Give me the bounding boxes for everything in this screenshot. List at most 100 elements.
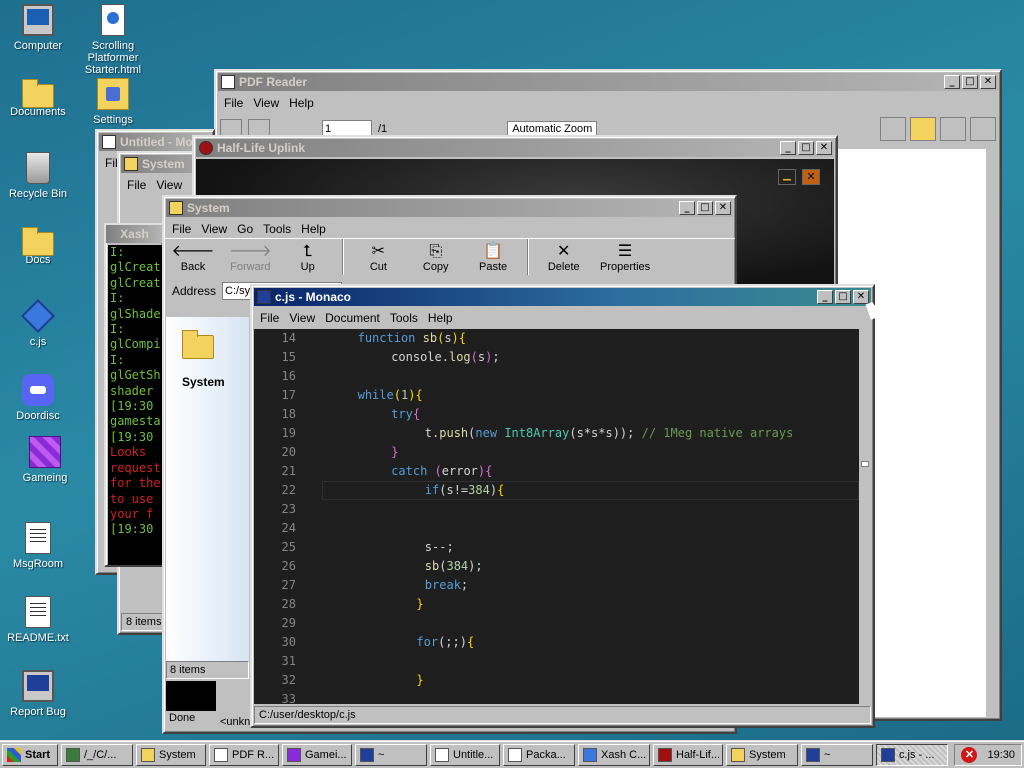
desktop-icon-platformer[interactable]: Scrolling Platformer Starter.html [75, 4, 151, 76]
code-line[interactable]: 31 [254, 652, 859, 671]
desktop-icon-computer[interactable]: Computer [0, 4, 76, 52]
minimize-button[interactable]: _ [780, 141, 796, 155]
monaco-window[interactable]: c.js - Monaco _ □ ✕ File View Document T… [250, 284, 875, 728]
desktop-icon-docs[interactable]: Docs [0, 226, 76, 266]
copy-icon: ⎘ [429, 241, 443, 260]
desktop-icon-recycle-bin[interactable]: Recycle Bin [0, 152, 76, 200]
error-icon[interactable]: ✕ [961, 746, 978, 763]
editor-scrollbar[interactable] [859, 329, 871, 704]
menu-view[interactable]: View [285, 311, 321, 325]
code-line[interactable]: 33 [254, 690, 859, 704]
code-line[interactable]: 23 [254, 500, 859, 519]
paste-button[interactable]: 📋 Paste [466, 239, 520, 273]
code-line[interactable]: 21 catch (error){ [254, 462, 859, 481]
close-button[interactable]: ✕ [853, 290, 869, 304]
menu-tools[interactable]: Tools [386, 311, 424, 325]
cut-button[interactable]: ✂ Cut [351, 239, 405, 273]
menu-view[interactable]: View [249, 96, 285, 110]
code-line[interactable]: 15 console.log(s); [254, 348, 859, 367]
taskbar-item[interactable]: ~ [355, 743, 427, 766]
scrollbar-thumb[interactable] [861, 461, 869, 467]
open-folder-icon[interactable] [910, 117, 936, 141]
up-button[interactable]: ⮤ Up [281, 239, 335, 273]
pdf-reader-titlebar[interactable]: PDF Reader _ □ ✕ [218, 73, 998, 91]
start-button[interactable]: Start [2, 743, 58, 766]
taskbar-item[interactable]: Untitle... [430, 743, 500, 766]
code-line[interactable]: 26 sb(384); [254, 557, 859, 576]
desktop-icon-readme[interactable]: README.txt [0, 596, 76, 644]
minimize-button[interactable]: _ [944, 75, 960, 89]
print-icon[interactable] [940, 117, 966, 141]
desktop-icon-documents[interactable]: Documents [0, 78, 76, 118]
close-button[interactable]: ✕ [715, 201, 731, 215]
close-button[interactable]: ✕ [980, 75, 996, 89]
menu-document[interactable]: Document [321, 311, 386, 325]
taskbar-item[interactable]: Packa... [503, 743, 575, 766]
desktop-icon-msgroom[interactable]: MsgRoom [0, 522, 76, 570]
desktop-icon-cjs[interactable]: c.js [0, 299, 76, 348]
back-button[interactable]: 🡐 Back [166, 239, 220, 273]
xash-window[interactable]: Xash I: glCreat glCreat I: glShade I: glCompi I… [104, 223, 164, 567]
system-titlebar[interactable]: System _ □ ✕ [166, 199, 733, 217]
minimize-button[interactable]: _ [679, 201, 695, 215]
properties-button[interactable]: ☰ Properties [594, 239, 656, 273]
code-line[interactable]: 30 for(;;){ [254, 633, 859, 652]
copy-button[interactable]: ⎘ Copy [409, 239, 463, 273]
desktop-icon-doordisc[interactable]: Doordisc [0, 374, 76, 422]
maximize-button[interactable]: □ [835, 290, 851, 304]
code-line[interactable]: 27 break; [254, 576, 859, 595]
halflife-titlebar[interactable]: Half-Life Uplink _ □ ✕ [196, 139, 834, 157]
menu-go[interactable]: Go [233, 222, 259, 236]
taskbar-item[interactable]: ~ [801, 743, 873, 766]
code-line[interactable]: 17 while(1){ [254, 386, 859, 405]
maximize-button[interactable]: □ [962, 75, 978, 89]
notepad-icon [102, 135, 116, 149]
menu-file[interactable]: File [168, 222, 197, 236]
menu-view[interactable]: View [197, 222, 233, 236]
code-line[interactable]: 19 t.push(new Int8Array(s*s*s)); // 1Meg … [254, 424, 859, 443]
menu-file[interactable]: File [220, 96, 249, 110]
taskbar-item[interactable]: Gamei... [282, 743, 352, 766]
menu-help[interactable]: Help [424, 311, 459, 325]
taskbar-item[interactable]: c.js - ... [876, 743, 948, 766]
menu-help[interactable]: Help [297, 222, 332, 236]
game-close-button[interactable]: ✕ [802, 169, 820, 185]
menu-help[interactable]: Help [285, 96, 320, 110]
taskbar-item[interactable]: System [136, 743, 206, 766]
cube-icon [29, 436, 61, 468]
code-line[interactable]: 14 function sb(s){ [254, 329, 859, 348]
taskbar-item[interactable]: Half-Lif... [653, 743, 723, 766]
code-line[interactable]: 29 [254, 614, 859, 633]
taskbar-item[interactable]: Xash C... [578, 743, 650, 766]
menu-tools[interactable]: Tools [259, 222, 297, 236]
maximize-button[interactable]: □ [798, 141, 814, 155]
code-line[interactable]: 20} [254, 443, 859, 462]
menu-file[interactable]: File [256, 311, 285, 325]
desktop-icon-report-bug[interactable]: Report Bug [0, 670, 76, 718]
taskbar-item[interactable]: PDF R... [209, 743, 279, 766]
monaco-titlebar[interactable]: c.js - Monaco _ □ ✕ [254, 288, 871, 306]
taskbar-item-label: Untitle... [453, 748, 494, 761]
delete-button[interactable]: ✕ Delete [537, 239, 591, 273]
presentation-icon[interactable] [880, 117, 906, 141]
code-line[interactable]: 16 [254, 367, 859, 386]
game-minimize-button[interactable]: ▁ [778, 169, 796, 185]
code-line[interactable]: 22 if(s!=384){ [254, 481, 859, 500]
code-line[interactable]: 18 try{ [254, 405, 859, 424]
code-line[interactable]: 25 s--; [254, 538, 859, 557]
console-line: glGetSh [110, 368, 161, 383]
code-line[interactable]: 28} [254, 595, 859, 614]
desktop-icon-gameing[interactable]: Gameing [7, 436, 83, 484]
xash-titlebar[interactable]: Xash [106, 225, 162, 243]
forward-button[interactable]: 🡒 Forward [223, 239, 277, 273]
minimize-button[interactable]: _ [817, 290, 833, 304]
tools-icon[interactable] [970, 117, 996, 141]
taskbar-item[interactable]: /_/C/... [61, 743, 133, 766]
code-line[interactable]: 24 [254, 519, 859, 538]
taskbar-item[interactable]: System [726, 743, 798, 766]
code-line[interactable]: 32} [254, 671, 859, 690]
close-button[interactable]: ✕ [816, 141, 832, 155]
maximize-button[interactable]: □ [697, 201, 713, 215]
desktop-icon-settings[interactable]: Settings [75, 78, 151, 126]
code-editor[interactable]: 14 function sb(s){15 console.log(s); 16 17 wh… [254, 329, 859, 704]
